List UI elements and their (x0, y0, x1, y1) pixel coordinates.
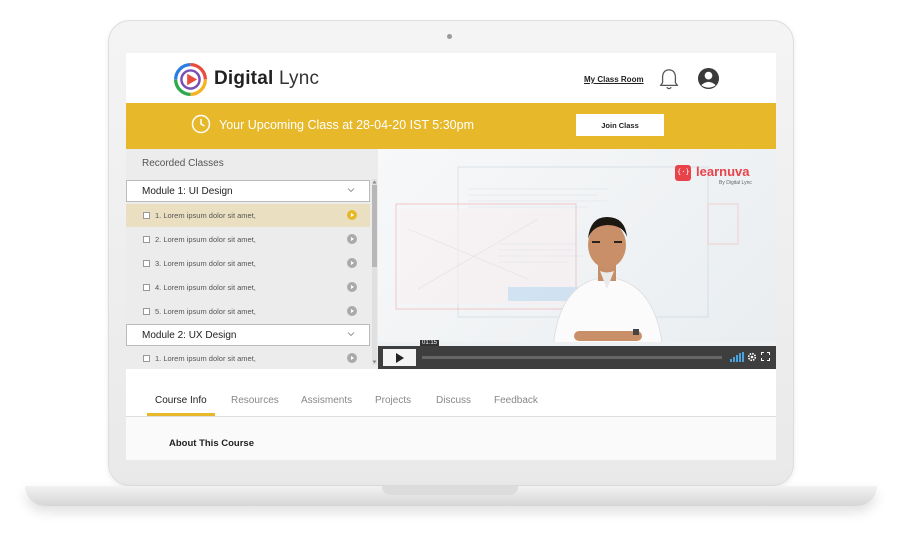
play-circle-icon[interactable] (347, 306, 357, 316)
video-brand-subtitle: By Digital Lync (719, 180, 752, 186)
play-circle-icon[interactable] (347, 353, 357, 363)
lesson-item[interactable]: 2. Lorem ipsum dolor sit amet, (126, 228, 370, 251)
scroll-down-arrow-icon[interactable] (372, 360, 377, 364)
lesson-checkbox[interactable] (143, 236, 150, 243)
lesson-item[interactable]: 3. Lorem ipsum dolor sit amet, (126, 252, 370, 275)
play-circle-icon[interactable] (347, 282, 357, 292)
recorded-classes-title: Recorded Classes (142, 158, 224, 169)
clock-icon (191, 114, 211, 134)
user-avatar-icon[interactable] (697, 67, 720, 90)
my-class-room-link[interactable]: My Class Room (584, 75, 644, 84)
tab-course-info[interactable]: Course Info (155, 395, 207, 406)
tab-feedback[interactable]: Feedback (494, 395, 538, 406)
lesson-item[interactable]: 5. Lorem ipsum dolor sit amet, (126, 300, 370, 323)
scroll-up-arrow-icon[interactable] (372, 180, 377, 184)
video-controls: 01:15 (378, 340, 776, 369)
lesson-checkbox[interactable] (143, 212, 150, 219)
lesson-label: 5. Lorem ipsum dolor sit amet, (155, 307, 256, 316)
scrollbar-thumb[interactable] (372, 185, 377, 267)
lesson-checkbox[interactable] (143, 308, 150, 315)
tab-resources[interactable]: Resources (231, 395, 279, 406)
join-class-button[interactable]: Join Class (576, 114, 664, 136)
video-player[interactable]: learnuva By Digital Lync 01:15 (378, 149, 776, 369)
chevron-down-icon (347, 332, 355, 337)
volume-bars-icon[interactable] (730, 352, 744, 362)
course-tabs: Course Info Resources Assisments Project… (126, 369, 776, 417)
lesson-label: 1. Lorem ipsum dolor sit amet, (155, 354, 256, 363)
video-brand-name: learnuva (696, 164, 750, 179)
lesson-label: 2. Lorem ipsum dolor sit amet, (155, 235, 256, 244)
play-circle-icon[interactable] (347, 210, 357, 220)
module-2-header[interactable]: Module 2: UX Design (126, 324, 370, 346)
tab-assisments[interactable]: Assisments (301, 395, 352, 406)
recorded-classes-panel: Recorded Classes Module 1: UI Design 1. … (126, 149, 378, 369)
lesson-label: 3. Lorem ipsum dolor sit amet, (155, 259, 256, 268)
lesson-checkbox[interactable] (143, 260, 150, 267)
upcoming-class-banner: Your Upcoming Class at 28-04-20 IST 5:30… (126, 103, 776, 149)
tab-projects[interactable]: Projects (375, 395, 411, 406)
tab-discuss[interactable]: Discuss (436, 395, 471, 406)
upcoming-class-text: Your Upcoming Class at 28-04-20 IST 5:30… (219, 118, 474, 132)
site-header: Digital Lync My Class Room (126, 53, 776, 103)
video-timecode: 01:15 (420, 340, 440, 346)
brand-wordmark: Digital Lync (214, 68, 320, 89)
lesson-item[interactable]: 1. Lorem ipsum dolor sit amet, (126, 347, 370, 370)
laptop-notch (382, 486, 518, 495)
chevron-down-icon (347, 188, 355, 193)
play-button[interactable] (383, 349, 416, 366)
play-circle-icon[interactable] (347, 258, 357, 268)
module-label: Module 2: UX Design (142, 330, 237, 341)
module-1-header[interactable]: Module 1: UI Design (126, 180, 370, 202)
lesson-label: 4. Lorem ipsum dolor sit amet, (155, 283, 256, 292)
about-course-heading: About This Course (169, 438, 254, 449)
course-content: About This Course (126, 417, 776, 460)
lesson-checkbox[interactable] (143, 284, 150, 291)
lesson-item[interactable]: 4. Lorem ipsum dolor sit amet, (126, 276, 370, 299)
gear-icon[interactable] (747, 352, 757, 362)
lesson-item[interactable]: 1. Lorem ipsum dolor sit amet, (126, 204, 370, 227)
fullscreen-icon[interactable] (761, 352, 770, 361)
module-label: Module 1: UI Design (142, 186, 233, 197)
screen: Digital Lync My Class Room Your Upcoming… (126, 53, 776, 460)
video-progress-track[interactable] (422, 356, 722, 359)
lesson-checkbox[interactable] (143, 355, 150, 362)
learnuva-logo-icon (675, 165, 691, 181)
digital-lync-logo-icon (174, 63, 207, 96)
bell-icon[interactable] (658, 67, 680, 91)
video-frame-instructor (378, 166, 776, 369)
lesson-label: 1. Lorem ipsum dolor sit amet, (155, 211, 256, 220)
play-circle-icon[interactable] (347, 234, 357, 244)
active-tab-indicator (147, 413, 215, 416)
webcam-dot (447, 34, 452, 39)
